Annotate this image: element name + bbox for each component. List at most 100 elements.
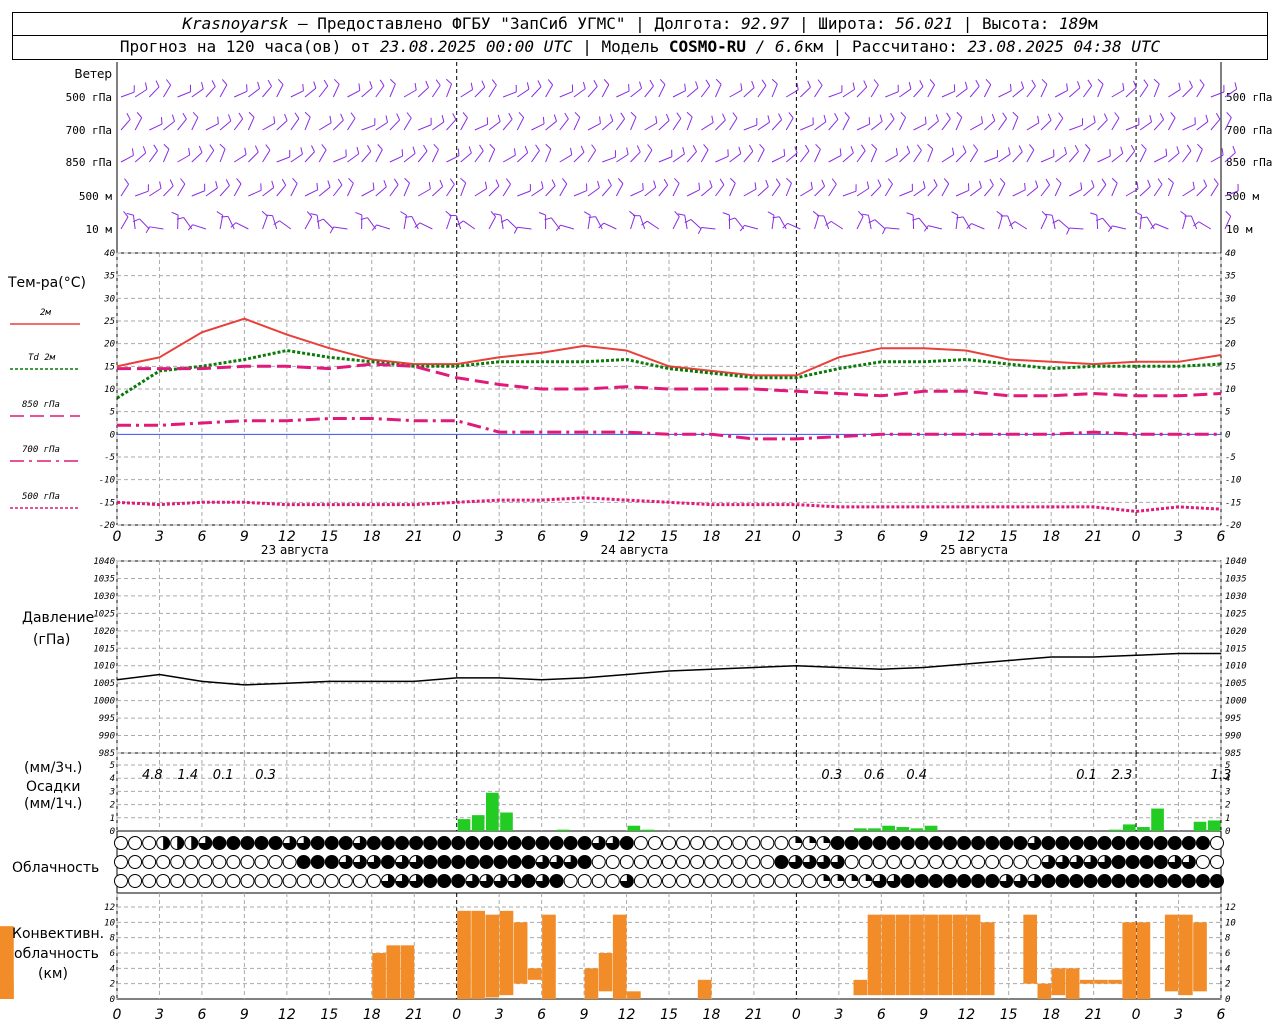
wind-barb xyxy=(1167,112,1176,131)
cloud-icon xyxy=(844,874,859,888)
wind-barb-flag xyxy=(597,180,600,188)
wind-barb xyxy=(545,179,556,197)
wind-barb-shaft xyxy=(884,183,893,197)
wind-barb xyxy=(955,183,970,197)
wind-barb-shaft xyxy=(318,186,331,197)
wind-barb-flag xyxy=(861,213,869,216)
wind-barb-flag xyxy=(310,213,318,216)
wind-barb xyxy=(361,182,375,197)
wind-barb xyxy=(361,118,376,131)
wind-barb-shaft xyxy=(248,189,262,197)
cloud-icon xyxy=(1153,874,1168,888)
wind-barb-shaft xyxy=(502,183,511,197)
wind-barb-flag xyxy=(385,115,388,123)
wind-barb-flag xyxy=(738,146,742,154)
wind-barb-flag xyxy=(561,178,568,185)
wind-barb xyxy=(219,179,230,197)
conv-bar xyxy=(980,922,995,996)
temp-tick-left: 40 xyxy=(104,249,115,259)
precip-total: 0.3 xyxy=(821,768,842,783)
cloud-circle xyxy=(324,836,339,850)
cloud-circle xyxy=(999,836,1014,850)
wind-level-right: 850 гПа xyxy=(1226,156,1272,169)
wind-barb-shaft xyxy=(729,89,743,98)
wind-barb-flag xyxy=(812,210,819,217)
conv-bar xyxy=(1179,914,1193,996)
cloud-circle xyxy=(156,855,171,869)
cloud-circle xyxy=(900,874,915,888)
cloud-icon xyxy=(268,836,283,850)
wind-barb-shaft xyxy=(927,148,934,163)
wind-barb-flag xyxy=(821,179,826,187)
wind-barb-flag xyxy=(697,227,702,235)
wind-barb xyxy=(502,112,513,131)
wind-barb-shaft xyxy=(701,227,716,230)
wind-barb-flag xyxy=(722,113,726,121)
cloud-circle xyxy=(1125,874,1140,888)
temp-tick-right: 20 xyxy=(1225,340,1236,350)
wind-barb-shaft xyxy=(419,222,433,230)
temp-tick-left: -15 xyxy=(99,498,115,508)
wind-barb-flag xyxy=(292,178,298,184)
wind-barb-shaft xyxy=(234,90,248,98)
wind-barb xyxy=(502,178,511,197)
wind-barb-flag xyxy=(1167,177,1174,184)
wind-barb-shaft xyxy=(460,182,467,197)
wind-barb-flag xyxy=(924,116,927,124)
wind-barb-flag xyxy=(182,112,187,120)
wind-barb xyxy=(573,183,588,197)
wind-barb-flag xyxy=(663,178,669,186)
cloud-icon xyxy=(619,855,634,869)
cloud-icon xyxy=(971,855,986,869)
cloud-circle xyxy=(577,855,592,869)
wind-barb xyxy=(221,215,235,230)
wind-barb-shaft xyxy=(1182,123,1196,131)
cloud-icon xyxy=(549,855,564,869)
cloud-circle xyxy=(662,855,676,869)
wind-barb-shaft xyxy=(304,189,318,197)
wind-barb-shaft xyxy=(955,88,968,98)
wind-barb xyxy=(1066,227,1084,235)
wind-barb-shaft xyxy=(1054,183,1062,197)
pres-tick-right: 1040 xyxy=(1225,557,1247,567)
precip-bar xyxy=(1207,820,1221,831)
cloud-icon xyxy=(662,874,676,888)
cloud-circle xyxy=(170,855,185,869)
wind-barb-flag xyxy=(1199,79,1205,86)
wind-barb-flag xyxy=(238,112,244,120)
wind-barb-flag xyxy=(850,146,854,153)
cloud-circle xyxy=(366,836,381,850)
wind-barb-shaft xyxy=(771,83,778,98)
wind-barb xyxy=(1083,144,1091,163)
wind-barb-flag xyxy=(900,111,906,118)
wind-barb xyxy=(927,79,935,98)
wind-barb-flag xyxy=(580,145,585,153)
wind-barb-flag xyxy=(607,179,612,186)
wind-barb-flag xyxy=(655,116,658,124)
cloud-circle xyxy=(338,836,353,850)
wind-barb-flag xyxy=(538,212,546,216)
wind-barb xyxy=(262,180,275,197)
wind-barb-shaft xyxy=(233,118,244,131)
cloud-circle xyxy=(240,855,255,869)
wind-barb-shaft xyxy=(290,90,304,98)
wind-barb-flag xyxy=(225,179,230,186)
wind-barb-flag xyxy=(441,115,445,123)
cloud-icon xyxy=(1181,874,1196,888)
wind-barb-flag xyxy=(126,212,134,216)
wind-barb-shaft xyxy=(814,121,827,131)
cloud-circle xyxy=(465,836,480,850)
cloud-circle xyxy=(985,874,1000,888)
wind-barb-shaft xyxy=(630,215,636,230)
wind-barb xyxy=(812,210,820,230)
wind-barb-shaft xyxy=(205,187,218,197)
conv-bar xyxy=(627,991,641,999)
wind-barb xyxy=(332,78,340,98)
temp-title: Тем-ра(°С) xyxy=(7,275,86,291)
wind-barb xyxy=(513,226,532,234)
wind-barb-flag xyxy=(879,114,883,122)
precip-bar xyxy=(486,792,499,831)
conv-hour-tick: 21 xyxy=(405,1007,423,1023)
wind-barb xyxy=(1083,115,1096,131)
cloud-circle xyxy=(114,855,128,869)
